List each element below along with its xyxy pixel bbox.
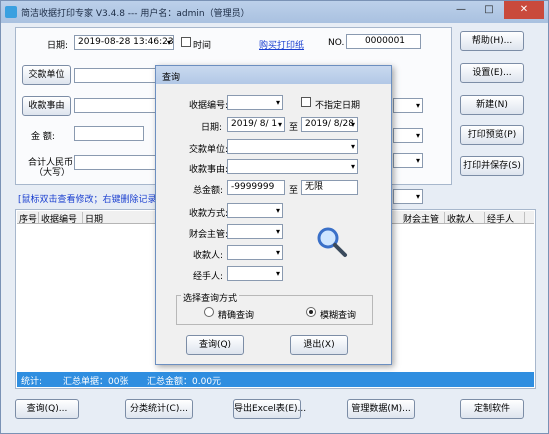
exact-query-radio[interactable] (204, 307, 214, 317)
supervisor-select[interactable] (227, 224, 283, 239)
exact-query-label: 精确查询 (218, 311, 255, 321)
no-label: NO. (328, 38, 345, 48)
right-field-3[interactable] (393, 153, 423, 168)
amount-label: 总金额: (193, 186, 224, 196)
date-to-picker[interactable]: 2019/ 8/28 (301, 117, 358, 132)
settings-button[interactable]: 设置(E)... (460, 63, 524, 83)
right-field-4[interactable] (393, 189, 423, 204)
fuzzy-query-label: 模糊查询 (320, 311, 357, 321)
date-label: 日期: (201, 123, 223, 133)
title-bar: 简洁收据打印专家 V3.4.8 --- 用户名：admin（管理员） — □ ✕ (1, 1, 548, 23)
time-checkbox[interactable] (181, 37, 191, 47)
export-excel-button[interactable]: 导出Excel表(E)... (233, 399, 306, 419)
col-handler[interactable]: 经手人 (485, 212, 525, 225)
right-field-1[interactable] (393, 98, 423, 113)
app-icon (5, 6, 17, 18)
date-picker[interactable]: 2019-08-28 13:46:23 (74, 35, 174, 50)
dialog-exit-button[interactable]: 退出(X) (290, 335, 348, 355)
dialog-query-button[interactable]: 查询(Q) (186, 335, 244, 355)
reason-button[interactable]: 收款事由 (22, 96, 71, 116)
col-payee[interactable]: 收款人 (445, 212, 485, 225)
col-index[interactable]: 序号 (17, 212, 39, 225)
amount-label: 金 额: (31, 132, 55, 142)
query-mode-label: 选择查询方式 (181, 291, 240, 304)
dialog-title: 查询 (162, 73, 181, 83)
buy-paper-link[interactable]: 购买打印纸 (259, 38, 304, 51)
amount-input[interactable] (74, 126, 144, 141)
status-prefix: 统计: (21, 377, 43, 387)
status-bar: 统计: 汇总单据：00张 汇总金额：0.00元 (17, 372, 534, 387)
dialog-title-bar: 查询 (156, 66, 391, 84)
receipt-no-select[interactable] (227, 95, 283, 110)
minimize-button[interactable]: — (448, 1, 474, 19)
right-field-2[interactable] (393, 128, 423, 143)
magnifier-icon (317, 227, 347, 257)
print-save-button[interactable]: 打印并保存(S) (460, 156, 524, 176)
no-date-checkbox[interactable] (301, 97, 311, 107)
method-select[interactable] (227, 203, 283, 218)
help-button[interactable]: 帮助(H)... (460, 31, 524, 51)
method-label: 收款方式: (189, 209, 229, 219)
date-from-picker[interactable]: 2019/ 8/ 1 (227, 117, 285, 132)
print-preview-button[interactable]: 打印预览(P) (460, 125, 524, 145)
col-supervisor[interactable]: 财会主管 (401, 212, 445, 225)
category-stats-button[interactable]: 分类统计(C)... (125, 399, 193, 419)
custom-software-button[interactable]: 定制软件 (460, 399, 524, 419)
window-title: 简洁收据打印专家 V3.4.8 --- 用户名：admin（管理员） (21, 9, 250, 19)
col-date[interactable]: 日期 (83, 212, 163, 225)
time-label: 时间 (193, 41, 212, 51)
payer-label: 交款单位: (189, 145, 229, 155)
reason-select[interactable] (227, 159, 358, 174)
reason-label: 收款事由: (189, 165, 229, 175)
payee-select[interactable] (227, 245, 283, 260)
payee-label: 收款人: (193, 251, 224, 261)
no-date-label: 不指定日期 (315, 101, 361, 111)
payer-input[interactable] (74, 68, 159, 83)
date-label: 日期: (47, 41, 69, 51)
fuzzy-query-radio[interactable] (306, 307, 316, 317)
date-to-label: 至 (289, 123, 299, 133)
status-count: 汇总单据：00张 (63, 377, 129, 387)
amount-to-input[interactable]: 无限 (301, 180, 358, 195)
query-dialog: 查询 收据编号: 不指定日期 日期: 2019/ 8/ 1 至 2019/ 8/… (155, 65, 392, 365)
payer-select[interactable] (227, 139, 358, 154)
total-rmb-sublabel: （大写） (34, 168, 71, 178)
total-rmb-field (74, 155, 159, 170)
reason-input[interactable] (74, 98, 159, 113)
maximize-button[interactable]: □ (476, 1, 502, 19)
amount-from-input[interactable]: -9999999 (227, 180, 285, 195)
new-button[interactable]: 新建(N) (460, 95, 524, 115)
amount-to-label: 至 (289, 186, 299, 196)
close-button[interactable]: ✕ (504, 1, 544, 19)
handler-label: 经手人: (193, 272, 224, 282)
query-button[interactable]: 查询(Q)... (15, 399, 79, 419)
status-amount: 汇总金额：0.00元 (147, 377, 222, 387)
manage-data-button[interactable]: 管理数据(M)... (347, 399, 415, 419)
supervisor-label: 财会主管: (189, 230, 229, 240)
receipt-no-field[interactable]: 0000001 (346, 34, 421, 49)
receipt-no-label: 收据编号: (189, 101, 229, 111)
payer-button[interactable]: 交款单位 (22, 65, 71, 85)
handler-select[interactable] (227, 266, 283, 281)
col-receipt-no[interactable]: 收据编号 (39, 212, 83, 225)
